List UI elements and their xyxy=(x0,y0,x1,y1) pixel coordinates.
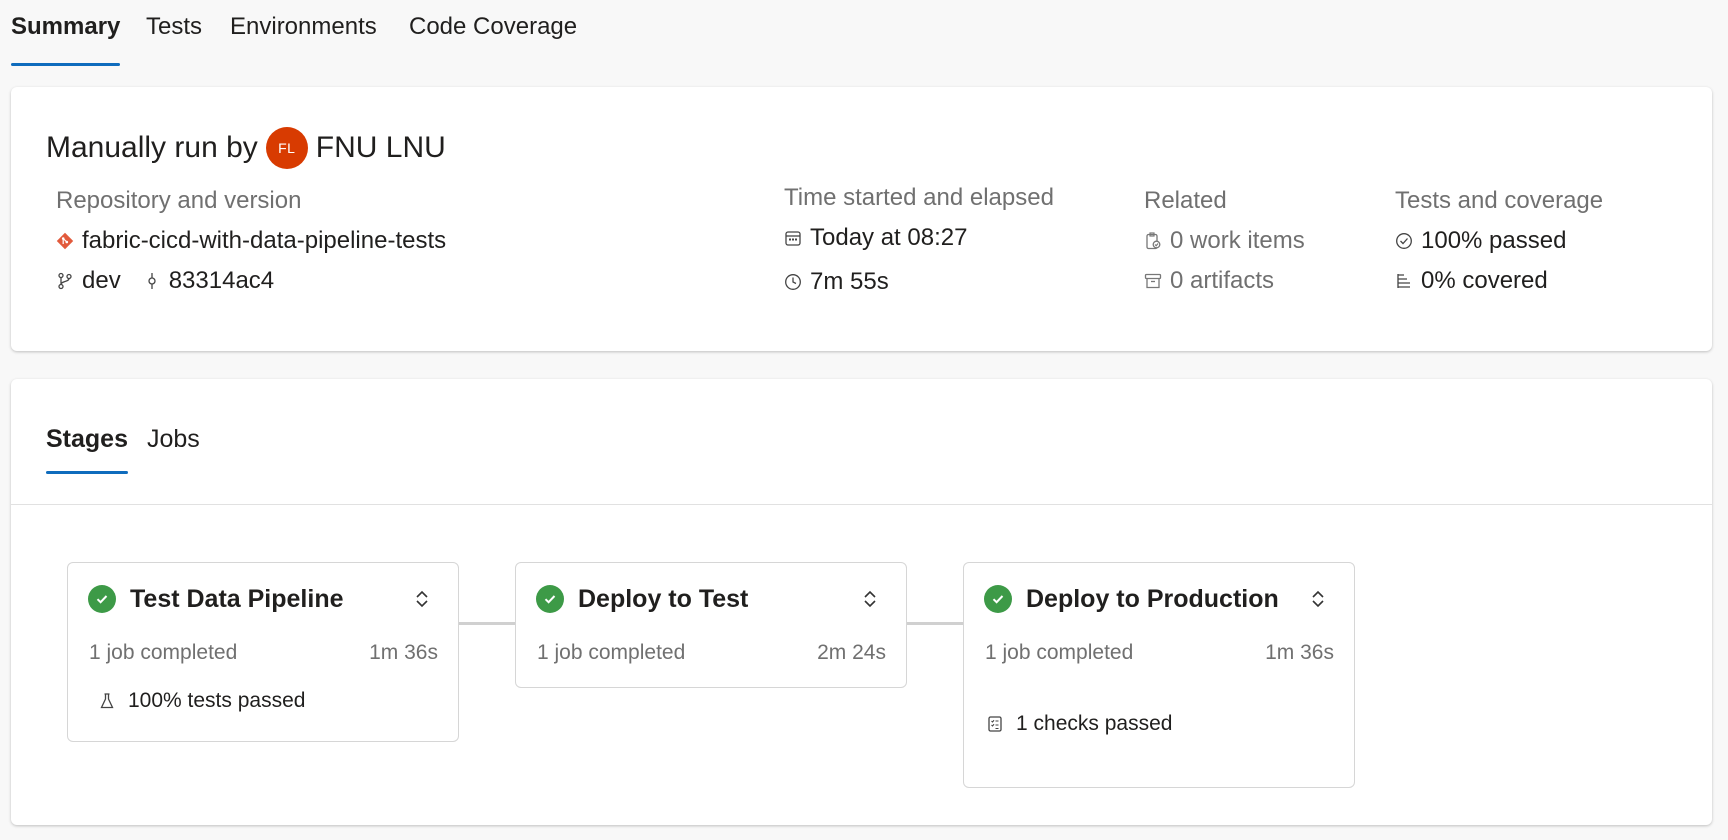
artifacts-link[interactable]: 0 artifacts xyxy=(1144,265,1305,297)
stages-tab-bar: Stages Jobs xyxy=(11,379,1712,505)
expand-collapse-icon[interactable] xyxy=(856,585,884,613)
stage-duration: 1m 36s xyxy=(1265,641,1334,664)
stage-jobs-status: 1 job completed xyxy=(89,641,238,664)
stage-tests-summary[interactable]: 100% tests passed xyxy=(98,689,305,713)
stage-name: Deploy to Production xyxy=(1026,584,1279,613)
tab-tests[interactable]: Tests xyxy=(146,10,202,64)
artifacts-count: 0 artifacts xyxy=(1170,267,1275,294)
tests-section: Tests and coverage 100% passed 0% covere… xyxy=(1395,185,1603,297)
stage-name: Test Data Pipeline xyxy=(130,584,344,613)
stage-card-test-data-pipeline[interactable]: Test Data Pipeline 1 job completed 1m 36… xyxy=(67,562,459,742)
elapsed-row: 7m 55s xyxy=(784,266,1054,298)
work-items-count: 0 work items xyxy=(1170,227,1305,254)
repository-section: Repository and version fabric-cicd-with-… xyxy=(56,185,446,297)
related-section: Related 0 work items 0 artifacts xyxy=(1144,185,1305,297)
stage-header: Deploy to Test xyxy=(536,583,886,615)
work-items-icon xyxy=(1144,232,1162,250)
run-title-prefix: Manually run by xyxy=(46,131,258,164)
tab-environments[interactable]: Environments xyxy=(230,10,377,64)
stage-jobs-status: 1 job completed xyxy=(537,641,686,664)
run-user-name[interactable]: FNU LNU xyxy=(316,128,446,168)
work-items-link[interactable]: 0 work items xyxy=(1144,225,1305,257)
stage-jobs-status: 1 job completed xyxy=(985,641,1134,664)
tests-label: Tests and coverage xyxy=(1395,187,1604,214)
elapsed-time: 7m 55s xyxy=(810,268,889,295)
expand-collapse-icon[interactable] xyxy=(1304,585,1332,613)
stage-meta: 1 job completed 1m 36s xyxy=(985,641,1334,665)
tests-passed: 100% passed xyxy=(1421,227,1567,254)
success-check-icon xyxy=(984,585,1012,613)
repository-name: fabric-cicd-with-data-pipeline-tests xyxy=(82,227,447,254)
stage-duration: 1m 36s xyxy=(369,641,438,664)
stage-header: Test Data Pipeline xyxy=(88,583,438,615)
stage-meta: 1 job completed 1m 36s xyxy=(89,641,438,665)
tab-code-coverage[interactable]: Code Coverage xyxy=(409,10,577,64)
tab-summary[interactable]: Summary xyxy=(11,10,121,66)
commit-hash[interactable]: 83314ac4 xyxy=(169,265,274,297)
calendar-icon xyxy=(784,229,802,247)
stages-card: Stages Jobs Test Data Pipeline 1 job com… xyxy=(11,379,1712,825)
coverage-value: 0% covered xyxy=(1421,267,1548,294)
coverage-icon xyxy=(1395,272,1413,290)
start-time-row: Today at 08:27 xyxy=(784,222,1054,254)
stage-duration: 2m 24s xyxy=(817,641,886,664)
clock-icon xyxy=(784,273,802,291)
run-summary-card: Manually run by FL FNU LNU Repository an… xyxy=(11,87,1712,351)
stage-header: Deploy to Production xyxy=(984,583,1334,615)
version-row: dev 83314ac4 xyxy=(56,265,446,297)
top-tab-bar: Summary Tests Environments Code Coverage xyxy=(0,0,1728,70)
repository-label: Repository and version xyxy=(56,187,302,214)
branch-icon xyxy=(56,272,74,290)
stage-name: Deploy to Test xyxy=(578,584,749,613)
beaker-icon xyxy=(98,692,116,710)
stage-meta: 1 job completed 2m 24s xyxy=(537,641,886,665)
stage-card-deploy-to-production[interactable]: Deploy to Production 1 job completed 1m … xyxy=(963,562,1355,788)
repository-link[interactable]: fabric-cicd-with-data-pipeline-tests xyxy=(56,225,446,257)
artifact-icon xyxy=(1144,272,1162,290)
checklist-icon xyxy=(986,715,1004,733)
check-circle-icon xyxy=(1395,232,1413,250)
stage-checks-summary[interactable]: 1 checks passed xyxy=(986,712,1172,736)
expand-collapse-icon[interactable] xyxy=(408,585,436,613)
stage-extra-text: 1 checks passed xyxy=(1016,712,1173,735)
run-title: Manually run by FL FNU LNU xyxy=(46,127,446,169)
stage-extra-text: 100% tests passed xyxy=(128,689,306,712)
time-label: Time started and elapsed xyxy=(784,184,1054,211)
related-label: Related xyxy=(1144,187,1227,214)
start-time: Today at 08:27 xyxy=(810,224,968,251)
commit-icon xyxy=(143,272,161,290)
time-section: Time started and elapsed Today at 08:27 … xyxy=(784,182,1054,298)
git-icon xyxy=(56,232,74,250)
stage-card-deploy-to-test[interactable]: Deploy to Test 1 job completed 2m 24s xyxy=(515,562,907,688)
tests-passed-link[interactable]: 100% passed xyxy=(1395,225,1603,257)
coverage-link[interactable]: 0% covered xyxy=(1395,265,1603,297)
avatar[interactable]: FL xyxy=(265,127,308,169)
success-check-icon xyxy=(536,585,564,613)
success-check-icon xyxy=(88,585,116,613)
branch-name[interactable]: dev xyxy=(82,265,121,297)
tab-jobs[interactable]: Jobs xyxy=(147,421,200,457)
tab-stages[interactable]: Stages xyxy=(46,421,128,474)
